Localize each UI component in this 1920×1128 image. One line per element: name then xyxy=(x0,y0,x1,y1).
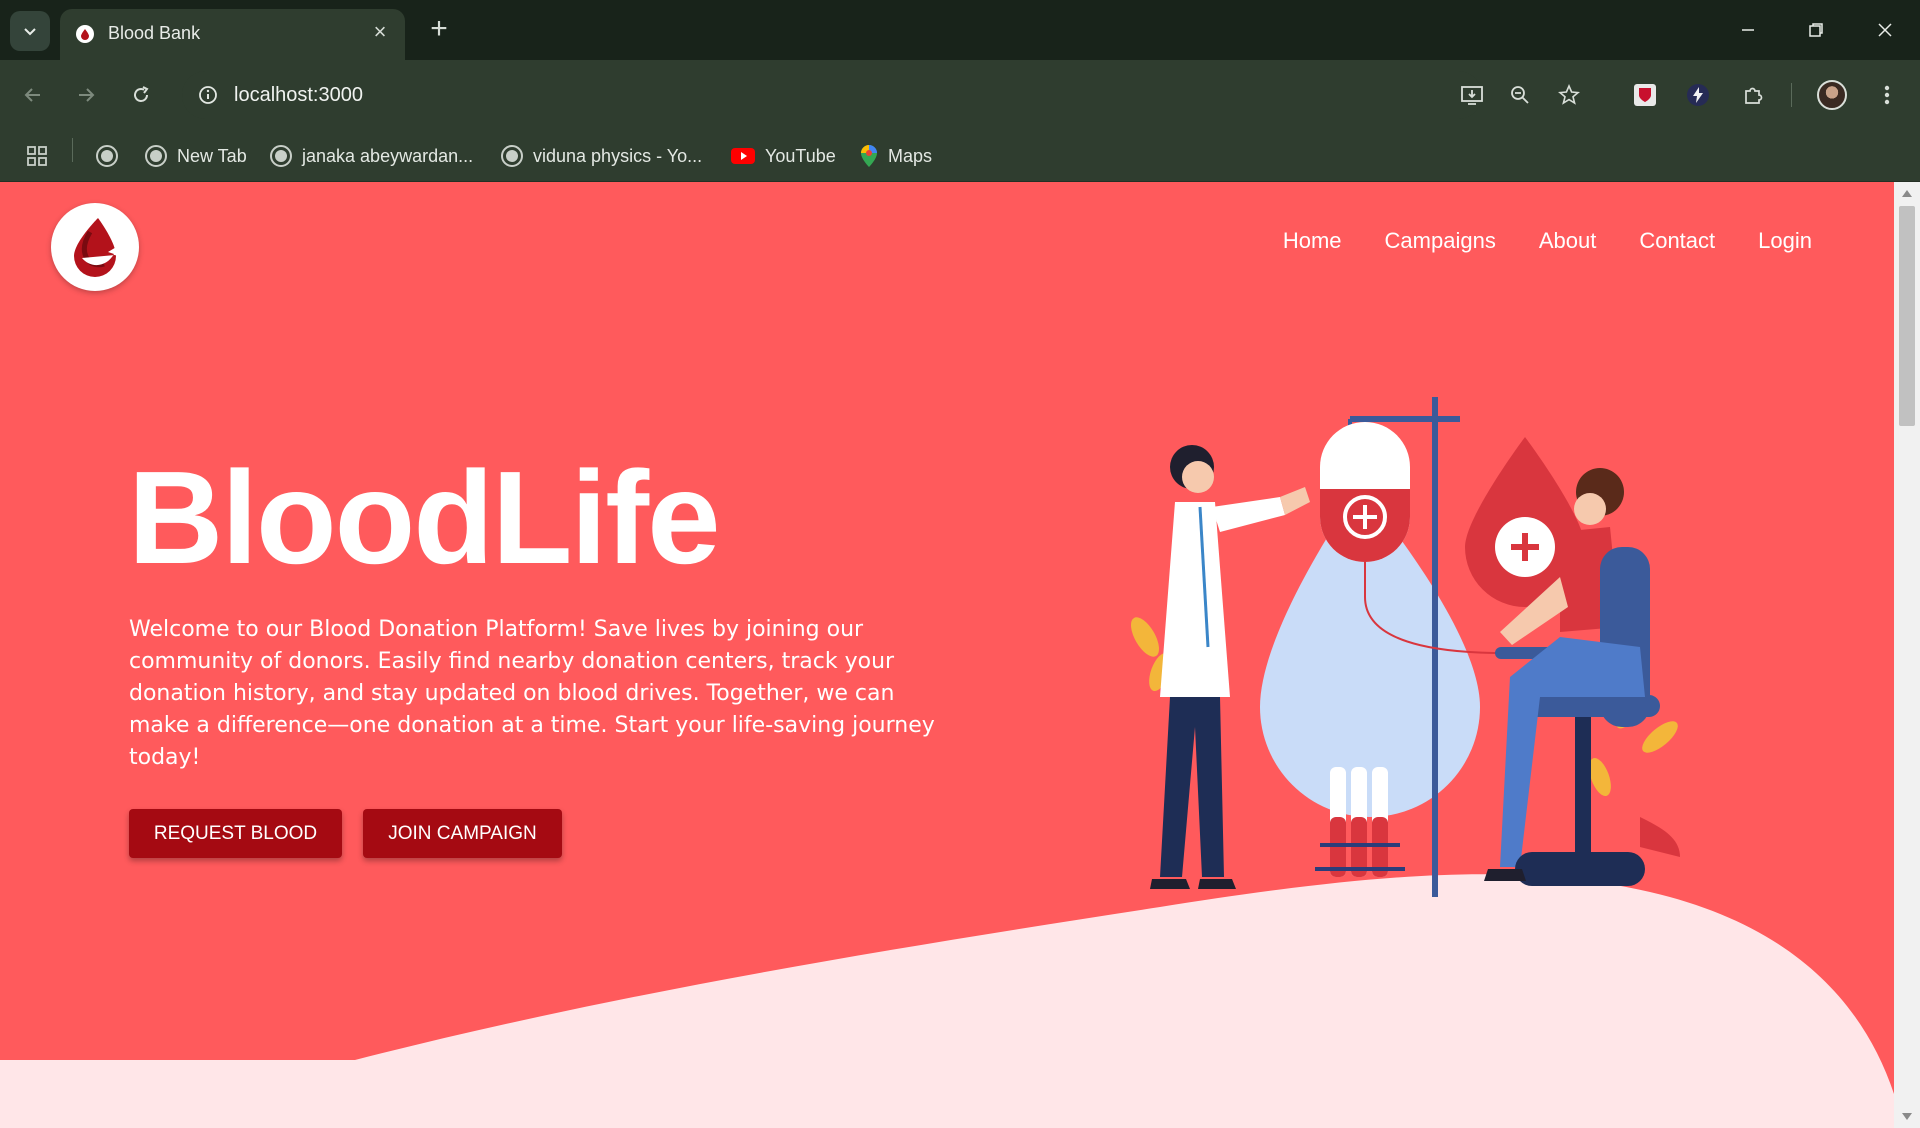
globe-icon xyxy=(270,145,292,167)
hero-title: BloodLife xyxy=(128,444,721,591)
tab-title: Blood Bank xyxy=(108,23,201,43)
page-viewport: Home Campaigns About Contact Login Blood… xyxy=(0,182,1894,1128)
zoom-icon[interactable] xyxy=(1500,75,1540,115)
scroll-up-arrow-icon[interactable] xyxy=(1902,190,1912,197)
browser-tab-strip: Blood Bank × + xyxy=(0,0,1920,60)
reload-icon[interactable] xyxy=(121,75,161,115)
site-logo[interactable] xyxy=(51,203,139,291)
bookmark-globe[interactable] xyxy=(96,140,128,172)
page-scrollbar[interactable] xyxy=(1894,182,1920,1128)
toolbar-divider xyxy=(1791,83,1792,107)
blood-drop-logo-icon xyxy=(74,218,120,277)
url-text: localhost:3000 xyxy=(234,84,363,106)
bookmarks-divider xyxy=(72,138,73,162)
active-tab[interactable]: Blood Bank × xyxy=(60,9,405,60)
new-tab-button[interactable]: + xyxy=(424,14,454,44)
nav-contact[interactable]: Contact xyxy=(1639,228,1715,254)
globe-icon xyxy=(96,145,118,167)
minimize-icon[interactable] xyxy=(1728,10,1768,50)
request-blood-button[interactable]: REQUEST BLOOD xyxy=(129,809,342,858)
address-bar[interactable]: localhost:3000 xyxy=(182,71,1482,119)
more-menu-icon[interactable] xyxy=(1867,75,1907,115)
globe-icon xyxy=(501,145,523,167)
bookmark-label: viduna physics - Yo... xyxy=(533,145,703,166)
blood-drop-favicon-icon xyxy=(76,25,94,43)
close-tab-icon[interactable]: × xyxy=(369,21,391,43)
nav-about[interactable]: About xyxy=(1539,228,1597,254)
extension-bolt-icon[interactable] xyxy=(1678,75,1718,115)
bookmark-label: janaka abeywardan... xyxy=(302,145,474,166)
bookmarks-bar: New Tab janaka abeywardan... viduna phys… xyxy=(0,130,1920,182)
forward-icon[interactable] xyxy=(66,75,106,115)
main-nav: Home Campaigns About Contact Login xyxy=(1283,228,1812,254)
bookmark-maps[interactable]: Maps xyxy=(860,140,932,172)
apps-grid-icon[interactable] xyxy=(26,140,48,172)
tab-search-button[interactable] xyxy=(10,11,50,51)
scroll-thumb[interactable] xyxy=(1899,206,1915,426)
bookmark-star-icon[interactable] xyxy=(1549,75,1589,115)
join-campaign-button[interactable]: JOIN CAMPAIGN xyxy=(363,809,562,858)
install-app-icon[interactable] xyxy=(1452,75,1492,115)
youtube-icon xyxy=(731,148,755,164)
close-window-icon[interactable] xyxy=(1865,10,1905,50)
bookmark-viduna[interactable]: viduna physics - Yo... xyxy=(501,140,702,172)
restore-icon[interactable] xyxy=(1796,10,1836,50)
maps-pin-icon xyxy=(861,145,877,167)
chevron-down-icon xyxy=(24,28,36,36)
browser-toolbar: localhost:3000 xyxy=(0,60,1920,130)
bookmark-label: Maps xyxy=(888,145,933,166)
hero-description: Welcome to our Blood Donation Platform! … xyxy=(129,617,935,770)
bookmark-label: New Tab xyxy=(177,145,247,166)
extension-shield-icon[interactable] xyxy=(1625,75,1665,115)
bookmark-label: YouTube xyxy=(765,145,836,166)
back-icon[interactable] xyxy=(13,75,53,115)
nav-campaigns[interactable]: Campaigns xyxy=(1385,228,1496,254)
nav-login[interactable]: Login xyxy=(1758,228,1812,254)
bookmark-youtube[interactable]: YouTube xyxy=(731,140,836,172)
bookmark-janaka[interactable]: janaka abeywardan... xyxy=(270,140,473,172)
bookmark-new-tab[interactable]: New Tab xyxy=(145,140,247,172)
globe-icon xyxy=(145,145,167,167)
site-info-icon[interactable] xyxy=(196,83,220,107)
nav-home[interactable]: Home xyxy=(1283,228,1342,254)
profile-avatar[interactable] xyxy=(1817,80,1847,110)
scroll-down-arrow-icon[interactable] xyxy=(1902,1113,1912,1120)
blood-donation-illustration xyxy=(1131,397,1680,897)
extensions-puzzle-icon[interactable] xyxy=(1733,75,1773,115)
hero-section: Home Campaigns About Contact Login Blood… xyxy=(0,182,1894,1128)
